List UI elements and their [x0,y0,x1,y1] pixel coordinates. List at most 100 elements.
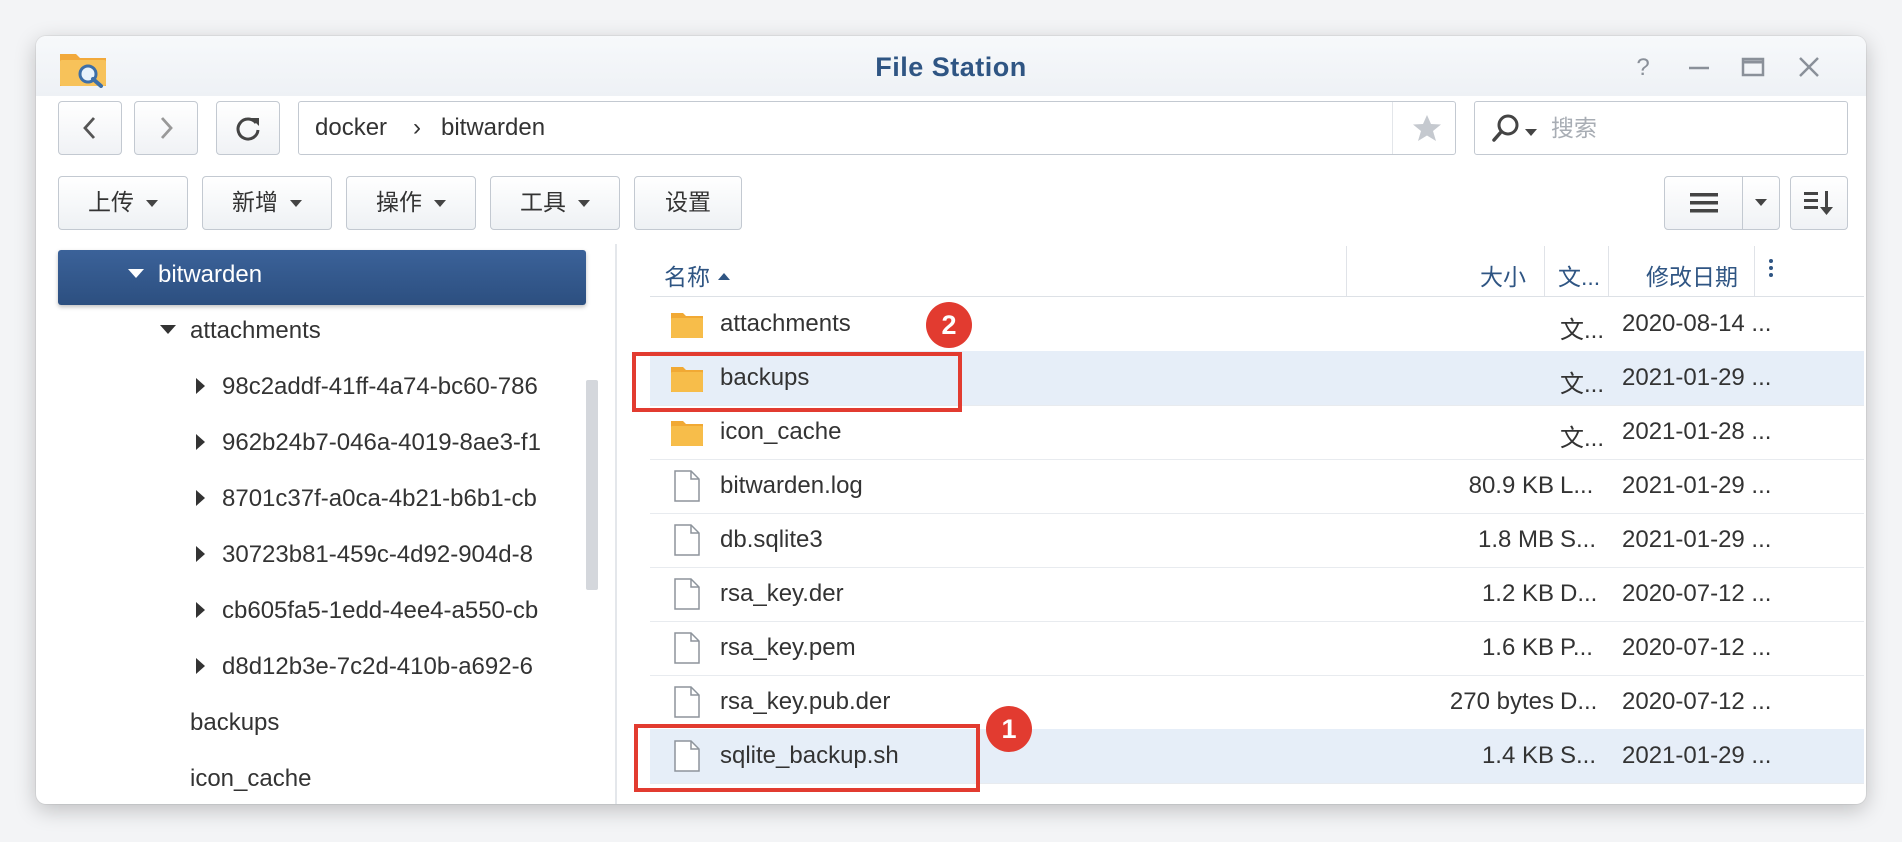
tree-label: attachments [190,317,321,344]
file-icon [674,470,700,502]
view-mode-button[interactable] [1664,176,1744,230]
window-title: File Station [875,52,1027,82]
search-input[interactable] [1549,110,1833,146]
column-menu-icon[interactable] [1768,256,1774,286]
collapse-arrow-icon[interactable] [196,601,205,618]
tools-button[interactable]: 工具 [490,176,620,230]
settings-button[interactable]: 设置 [634,176,742,230]
path-bar[interactable]: docker › bitwarden [298,101,1456,155]
column-divider[interactable] [1544,246,1545,296]
star-icon[interactable] [1411,112,1443,144]
maximize-icon[interactable] [1736,50,1770,84]
breadcrumb-docker[interactable]: docker [315,114,387,142]
file-type: D... [1560,688,1598,715]
tree-label: bitwarden [158,261,263,288]
forward-button[interactable] [134,101,198,155]
create-label: 新增 [232,189,278,215]
file-row-icon-cache[interactable]: icon_cache 文... 2021-01-28 ... [650,405,1864,460]
collapse-arrow-icon[interactable] [196,377,205,394]
expand-arrow-icon[interactable] [160,325,176,335]
tree-label[interactable]: 98c2addf-41ff-4a74-bc60-786 [222,373,538,400]
file-modified: 2021-01-29 ... [1622,742,1772,769]
upload-button[interactable]: 上传 [58,176,188,230]
tree-label[interactable]: cb605fa5-1edd-4ee4-a550-cb [222,597,538,624]
column-divider[interactable] [1608,246,1609,296]
tree-label[interactable]: 30723b81-459c-4d92-904d-8 [222,541,533,568]
file-row-bitwarden-log[interactable]: bitwarden.log 80.9 KB L... 2021-01-29 ..… [650,459,1864,514]
view-mode-dropdown[interactable] [1742,176,1780,230]
file-icon [674,632,700,664]
file-modified: 2020-07-12 ... [1622,634,1772,661]
file-name: backups [720,364,810,391]
close-icon[interactable] [1792,50,1826,84]
file-name: rsa_key.der [720,580,844,607]
file-row-db-sqlite3[interactable]: db.sqlite3 1.8 MB S... 2021-01-29 ... [650,513,1864,568]
file-modified: 2021-01-29 ... [1622,364,1772,391]
settings-label: 设置 [665,189,711,215]
chevron-down-icon [578,200,590,208]
refresh-button[interactable] [216,101,280,155]
file-size: 1.8 MB [1477,526,1554,553]
column-name[interactable]: 名称 [664,258,730,292]
sidebar-scrollbar[interactable] [586,380,598,590]
file-row-sqlite-backup-sh[interactable]: sqlite_backup.sh 1.4 KB S... 2021-01-29 … [650,729,1864,784]
search-box[interactable] [1474,101,1848,155]
column-divider[interactable] [1346,246,1347,296]
file-row-rsa-key-pem[interactable]: rsa_key.pem 1.6 KB P... 2020-07-12 ... [650,621,1864,676]
collapse-arrow-icon[interactable] [196,545,205,562]
upload-label: 上传 [88,189,134,215]
file-name: icon_cache [720,418,842,445]
column-type[interactable]: 文... [1558,258,1600,292]
file-station-window: File Station ? docker › bitwarden 搜索 上传 … [36,36,1866,804]
chevron-down-icon [1755,199,1767,206]
tree-item-attachment[interactable] [196,485,219,513]
tree-label[interactable]: d8d12b3e-7c2d-410b-a692-6 [222,653,533,680]
file-size: 270 bytes [1449,688,1554,715]
file-modified: 2020-07-12 ... [1622,580,1772,607]
file-size: 1.6 KB [1481,634,1554,661]
file-row-rsa-key-der[interactable]: rsa_key.der 1.2 KB D... 2020-07-12 ... [650,567,1864,622]
tree-item-attachment[interactable] [196,653,219,681]
file-name: attachments [720,310,851,337]
sort-button[interactable] [1790,176,1848,230]
column-modified[interactable]: 修改日期 [1610,258,1738,292]
help-icon[interactable]: ? [1626,50,1660,84]
file-size: 1.4 KB [1481,742,1554,769]
file-name: bitwarden.log [720,472,863,499]
back-button[interactable] [58,101,122,155]
folder-tree: bitwarden attachments 98c2addf-41ff-4a74… [36,244,602,804]
file-type: S... [1560,526,1597,553]
file-size: 80.9 KB [1468,472,1554,499]
tree-item-attachment[interactable] [196,597,219,625]
pane-splitter[interactable] [615,244,617,804]
folder-icon [671,367,703,392]
create-button[interactable]: 新增 [202,176,332,230]
tree-item-attachment[interactable] [196,541,219,569]
tree-item-attachment[interactable] [196,429,219,457]
collapse-arrow-icon[interactable] [196,657,205,674]
tree-item-attachment[interactable] [196,373,219,401]
column-divider[interactable] [1754,246,1755,296]
tree-row-bitwarden[interactable]: bitwarden [128,261,262,289]
tree-label[interactable]: 8701c37f-a0ca-4b21-b6b1-cb [222,485,537,512]
file-type: S... [1560,742,1597,769]
search-icon[interactable] [1491,113,1521,143]
expand-arrow-icon[interactable] [128,269,144,279]
collapse-arrow-icon[interactable] [196,489,205,506]
operate-button[interactable]: 操作 [346,176,476,230]
tree-item-icon-cache[interactable]: icon_cache [190,765,311,793]
file-type: P... [1560,634,1593,661]
file-row-backups[interactable]: backups 文... 2021-01-29 ... [650,351,1864,406]
tree-item-backups[interactable]: backups [190,709,279,737]
back-icon [83,117,96,139]
column-size[interactable]: 大小 [1350,258,1526,292]
breadcrumb-separator: › [413,114,421,141]
breadcrumb-bitwarden[interactable]: bitwarden [441,114,545,142]
tree-item-attachments[interactable]: attachments [160,317,321,345]
file-row-attachments[interactable]: attachments 文... 2020-08-14 ... [650,297,1864,352]
tree-label[interactable]: 962b24b7-046a-4019-8ae3-f1 [222,429,541,456]
collapse-arrow-icon[interactable] [196,433,205,450]
chevron-down-icon[interactable] [1525,124,1537,136]
minimize-icon[interactable] [1682,50,1716,84]
file-row-rsa-key-pub-der[interactable]: rsa_key.pub.der 270 bytes D... 2020-07-1… [650,675,1864,730]
